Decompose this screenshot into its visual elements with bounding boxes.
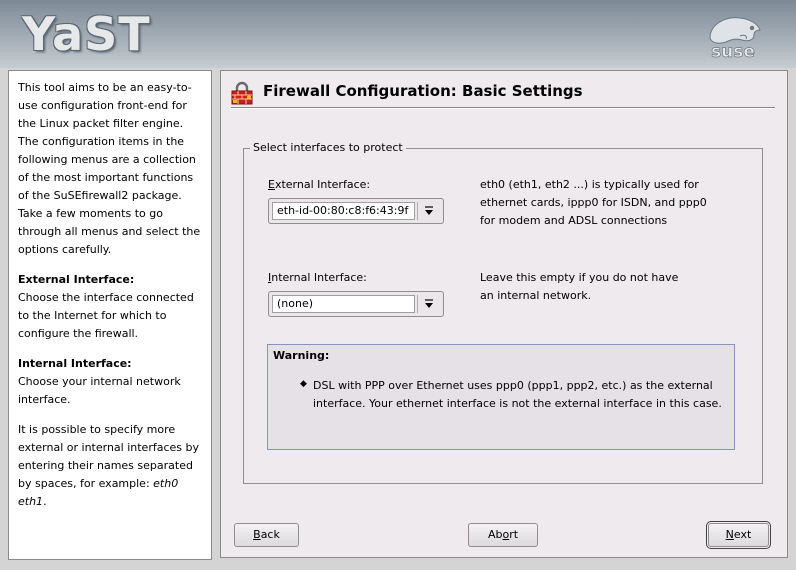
warning-text: DSL with PPP over Ethernet uses ppp0 (pp… bbox=[313, 379, 722, 410]
next-button[interactable]: Next bbox=[706, 521, 771, 549]
back-button-rest: ack bbox=[260, 528, 280, 541]
external-interface-combo[interactable]: eth-id-00:80:c8:f6:43:9f bbox=[268, 198, 444, 224]
warning-title: Warning: bbox=[273, 349, 330, 362]
external-label-rest: xternal Interface: bbox=[274, 178, 371, 191]
abort-button-pre: Ab bbox=[487, 528, 503, 541]
external-interface-value[interactable]: eth-id-00:80:c8:f6:43:9f bbox=[272, 202, 415, 220]
external-dropdown-button[interactable] bbox=[417, 202, 440, 220]
firewall-lock-icon bbox=[231, 81, 253, 105]
banner: YaST suse bbox=[0, 0, 796, 68]
help-external-section: External Interface: Choose the interface… bbox=[18, 271, 203, 343]
suse-logo-text: suse bbox=[711, 42, 755, 60]
dropdown-arrow-icon bbox=[425, 206, 433, 215]
abort-button-rest: rt bbox=[509, 528, 519, 541]
internal-dropdown-button[interactable] bbox=[417, 295, 440, 313]
external-interface-label: External Interface: bbox=[268, 178, 370, 191]
help-internal-heading: Internal Interface: bbox=[18, 357, 132, 370]
external-label-access: E bbox=[268, 178, 275, 191]
help-internal-text: Choose your internal network interface. bbox=[18, 375, 181, 406]
external-interface-note: eth0 (eth1, eth2 ...) is typically used … bbox=[480, 178, 707, 227]
help-intro: This tool aims to be an easy-to-use conf… bbox=[18, 81, 201, 256]
dropdown-arrow-icon bbox=[425, 299, 433, 308]
help-external-heading: External Interface: bbox=[18, 273, 135, 286]
title-row: Firewall Configuration: Basic Settings bbox=[231, 79, 777, 107]
abort-button[interactable]: Abort bbox=[468, 523, 538, 547]
next-button-rest: ext bbox=[733, 528, 752, 541]
suse-chameleon-logo: suse bbox=[709, 17, 761, 60]
help-external-text: Choose the interface connected to the In… bbox=[18, 291, 194, 340]
help-spec-end: . bbox=[43, 495, 47, 508]
warning-box: Warning: ◆ DSL with PPP over Ethernet us… bbox=[267, 344, 735, 450]
page-title: Firewall Configuration: Basic Settings bbox=[263, 82, 583, 100]
internal-interface-value[interactable]: (none) bbox=[272, 295, 415, 313]
yast-logo: YaST bbox=[22, 7, 151, 61]
internal-label-rest: nternal Interface: bbox=[271, 271, 367, 284]
title-divider bbox=[231, 107, 775, 109]
main-dialog: Firewall Configuration: Basic Settings S… bbox=[220, 70, 788, 558]
next-button-access: N bbox=[725, 528, 734, 541]
internal-interface-combo[interactable]: (none) bbox=[268, 291, 444, 317]
help-internal-section: Internal Interface: Choose your internal… bbox=[18, 355, 203, 409]
back-button-access: B bbox=[253, 528, 261, 541]
help-panel[interactable]: This tool aims to be an easy-to-use conf… bbox=[8, 70, 212, 560]
back-button[interactable]: Back bbox=[234, 523, 299, 547]
help-spec-section: It is possible to specify more external … bbox=[18, 421, 203, 511]
internal-interface-note: Leave this empty if you do not have an i… bbox=[480, 271, 679, 302]
internal-interface-label: Internal Interface: bbox=[268, 271, 367, 284]
bullet-icon: ◆ bbox=[300, 379, 307, 389]
frame-label: Select interfaces to protect bbox=[250, 141, 406, 154]
